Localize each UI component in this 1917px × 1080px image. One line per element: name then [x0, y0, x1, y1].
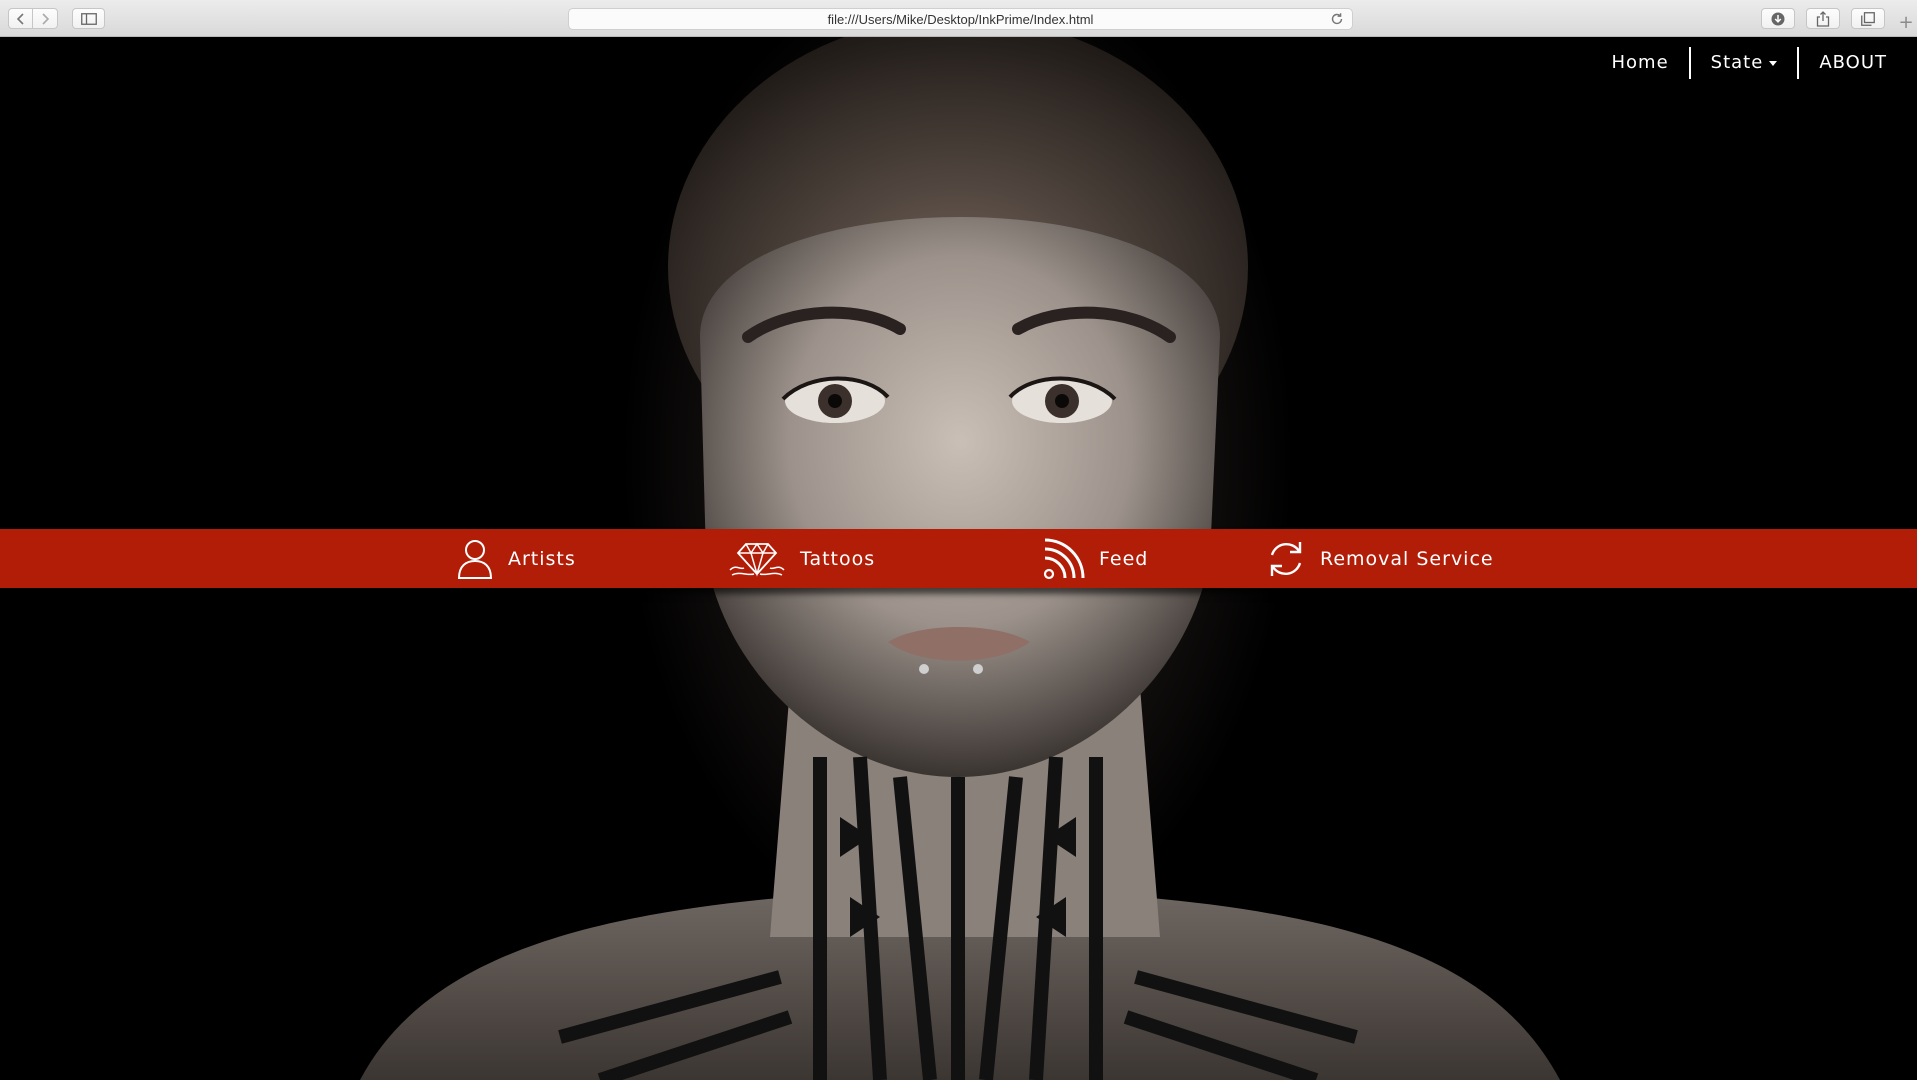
service-feed[interactable]: Feed	[1043, 529, 1148, 588]
share-icon	[1816, 10, 1830, 27]
download-button[interactable]	[1761, 8, 1795, 29]
rss-feed-icon	[1043, 538, 1085, 579]
browser-toolbar: file:///Users/Mike/Desktop/InkPrime/Inde…	[0, 0, 1917, 37]
address-bar[interactable]: file:///Users/Mike/Desktop/InkPrime/Inde…	[568, 8, 1353, 30]
tabs-overview-icon	[1861, 11, 1875, 26]
chevron-right-icon	[42, 12, 50, 25]
download-icon	[1771, 12, 1785, 25]
url-text: file:///Users/Mike/Desktop/InkPrime/Inde…	[827, 12, 1094, 27]
nav-state-dropdown[interactable]: State	[1691, 47, 1798, 79]
caret-down-icon	[1769, 60, 1778, 66]
tabs-overview-button[interactable]	[1851, 8, 1885, 29]
service-feed-label: Feed	[1099, 547, 1149, 570]
chevron-left-icon	[16, 12, 24, 25]
forward-button[interactable]	[33, 8, 58, 29]
share-button[interactable]	[1806, 8, 1840, 29]
service-tattoos-label: Tattoos	[800, 547, 876, 570]
nav-home[interactable]: Home	[1592, 47, 1689, 79]
service-removal-label: Removal Service	[1320, 547, 1494, 570]
diamond-icon	[729, 542, 785, 577]
reload-icon[interactable]	[1330, 12, 1344, 26]
service-tattoos[interactable]: Tattoos	[728, 529, 875, 588]
nav-about-label: ABOUT	[1819, 52, 1887, 73]
service-artists[interactable]: Artists	[456, 529, 576, 588]
sidebar-button[interactable]	[72, 8, 105, 29]
plus-icon[interactable]: +	[1897, 14, 1915, 32]
sidebar-icon	[80, 12, 97, 25]
services-band: Artists Tattoos Feed Removal Service	[0, 529, 1917, 588]
service-removal[interactable]: Removal Service	[1266, 529, 1494, 588]
nav-about[interactable]: ABOUT	[1799, 47, 1907, 79]
service-artists-label: Artists	[508, 547, 576, 570]
page-viewport: Home State ABOUT Artists Tattoos Feed Re…	[0, 37, 1917, 1080]
nav-state-label: State	[1710, 52, 1764, 73]
refresh-icon	[1270, 541, 1302, 576]
back-button[interactable]	[8, 8, 33, 29]
user-icon	[457, 539, 493, 579]
nav-home-label: Home	[1611, 52, 1669, 73]
top-navigation: Home State ABOUT	[1592, 47, 1908, 79]
